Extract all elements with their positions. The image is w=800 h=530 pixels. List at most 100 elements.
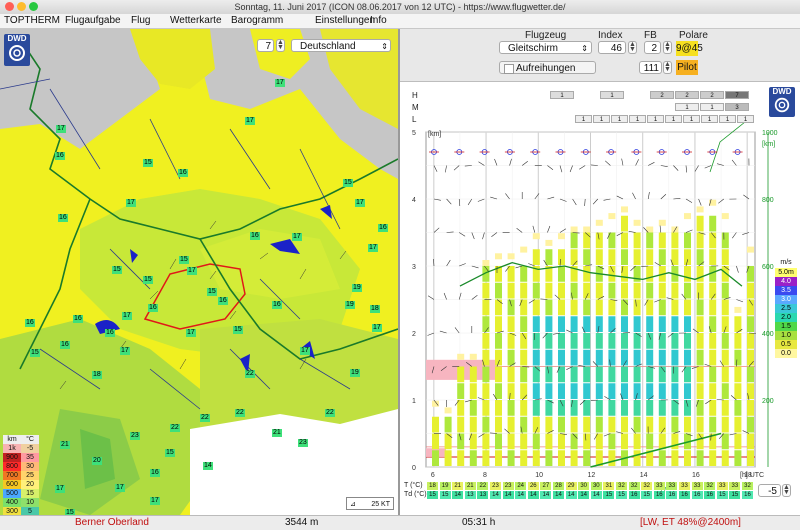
- thermal-bar-segment: [671, 350, 678, 366]
- thermal-label: 15: [179, 256, 189, 264]
- minimize-window-button[interactable]: [17, 2, 26, 11]
- cloud-cap: [558, 233, 565, 239]
- thermal-bar-segment: [634, 316, 641, 332]
- fb-stepper[interactable]: ▲▼: [663, 41, 672, 54]
- thermal-bar-segment: [495, 400, 502, 416]
- thermal-bar-segment: [432, 434, 439, 450]
- dew-cell: 15: [427, 491, 438, 499]
- thermal-label: 18: [92, 371, 102, 379]
- thermal-bar-segment: [646, 283, 653, 299]
- aufreihungen-checkbox[interactable]: Aufreihungen: [499, 61, 596, 74]
- thermal-bar-segment: [634, 249, 641, 265]
- thermal-bar-segment: [659, 283, 666, 299]
- thermal-bar-segment: [470, 450, 477, 466]
- thermal-bar-segment: [470, 400, 477, 416]
- temp-cell: 23: [490, 482, 501, 490]
- thermal-bar-segment: [734, 450, 741, 466]
- thermal-bar-segment: [508, 333, 515, 349]
- thermal-bar-segment: [634, 400, 641, 416]
- cloud-cover-cell: 2: [675, 91, 699, 99]
- thermal-bar-segment: [596, 434, 603, 450]
- temp-cell: 33: [654, 482, 665, 490]
- thermal-bar-segment: [533, 249, 540, 265]
- cloud-cap: [495, 253, 502, 259]
- thermal-bar-segment: [621, 249, 628, 265]
- index-stepper[interactable]: ▲▼: [628, 41, 637, 54]
- thermal-label: 19: [352, 284, 362, 292]
- thermal-bar-segment: [558, 417, 565, 433]
- cloud-cap: [596, 220, 603, 226]
- menu-item-barogramm[interactable]: Barogramm: [231, 14, 283, 28]
- thermal-bar-segment: [722, 249, 729, 265]
- thermal-bar-segment: [583, 249, 590, 265]
- thermal-bar-segment: [558, 383, 565, 399]
- pilot-stepper[interactable]: ▲▼: [663, 61, 672, 74]
- thermal-bar-segment: [734, 350, 741, 366]
- thermal-bar-segment: [671, 333, 678, 349]
- y-left-tick: 1: [412, 398, 416, 405]
- climb-legend-entry: 1.5: [775, 322, 797, 331]
- thermal-bar-segment: [571, 316, 578, 332]
- weather-map[interactable]: 1717171615161716151515171516161716161617…: [0, 29, 400, 515]
- menu-item-flug[interactable]: Flug: [131, 14, 150, 28]
- thermal-bar-segment: [659, 300, 666, 316]
- close-window-button[interactable]: [5, 2, 14, 11]
- cloud-layer-mid: M: [412, 103, 419, 112]
- thermal-bar-segment: [634, 450, 641, 466]
- thermal-bar-segment: [722, 333, 729, 349]
- thermal-bar-segment: [709, 383, 716, 399]
- temp-cell: 21: [465, 482, 476, 490]
- fb-input[interactable]: 2: [644, 41, 661, 54]
- region-select[interactable]: Deutschland ⇕: [291, 39, 391, 52]
- thermal-bar-segment: [445, 450, 452, 466]
- offset-stepper[interactable]: ▲▼: [782, 484, 791, 497]
- thermal-label: 15: [143, 159, 153, 167]
- menu-item-wetterkarte[interactable]: Wetterkarte: [170, 14, 222, 28]
- thermal-bar-segment: [558, 300, 565, 316]
- pilot-input[interactable]: 111: [639, 61, 662, 74]
- thermal-label: 17: [187, 267, 197, 275]
- dew-cell: 16: [666, 491, 677, 499]
- cloud-cap: [608, 213, 615, 219]
- climb-legend-entry: 1.0: [775, 331, 797, 340]
- thermal-bar-segment: [646, 417, 653, 433]
- offset-input[interactable]: -5: [758, 484, 781, 497]
- menu-item-info[interactable]: Info: [370, 14, 387, 28]
- dwd-logo: DWD: [4, 34, 30, 66]
- thermal-bar-segment: [709, 350, 716, 366]
- thermal-bar-segment: [722, 434, 729, 450]
- thermal-label: 17: [355, 199, 365, 207]
- index-input[interactable]: 46: [598, 41, 626, 54]
- cloud-cap: [508, 253, 515, 259]
- zoom-window-button[interactable]: [29, 2, 38, 11]
- thermal-bar-segment: [533, 283, 540, 299]
- thermal-label: 16: [105, 329, 115, 337]
- thermal-bar-segment: [482, 367, 489, 383]
- climb-legend-entry: 3.5: [775, 286, 797, 295]
- x-axis-unit: [h] UTC: [740, 472, 764, 479]
- dew-cell: 15: [440, 491, 451, 499]
- thermal-bar-segment: [508, 450, 515, 466]
- thermal-bar-segment: [747, 350, 754, 366]
- menu-item-einstellungen[interactable]: Einstellungen: [315, 14, 375, 28]
- temp-cell: 33: [717, 482, 728, 490]
- menu-item-flugaufgabe[interactable]: Flugaufgabe: [65, 14, 121, 28]
- climb-legend-entry: 4.0: [775, 277, 797, 286]
- temp-cell: 19: [440, 482, 451, 490]
- legend-row: 3005: [3, 507, 39, 515]
- flugzeug-select[interactable]: Gleitschirm ⇕: [499, 41, 592, 54]
- cloud-cover-cell: 1: [719, 115, 736, 123]
- menu-item-toptherm[interactable]: TOPTHERM: [4, 14, 60, 28]
- thermal-bar-segment: [571, 233, 578, 249]
- polare-value[interactable]: 9@45: [676, 41, 698, 56]
- legend-head-celsius: °C: [21, 435, 39, 444]
- thermal-bar-segment: [747, 450, 754, 466]
- temp-cell: 26: [528, 482, 539, 490]
- thermal-bar-segment: [684, 333, 691, 349]
- thermal-bar-segment: [722, 450, 729, 466]
- thermal-bar-segment: [533, 383, 540, 399]
- thermal-bar-segment: [533, 367, 540, 383]
- x-tick: 12: [588, 472, 596, 479]
- zoom-stepper[interactable]: ▲▼: [276, 39, 285, 52]
- zoom-input[interactable]: 7: [257, 39, 274, 52]
